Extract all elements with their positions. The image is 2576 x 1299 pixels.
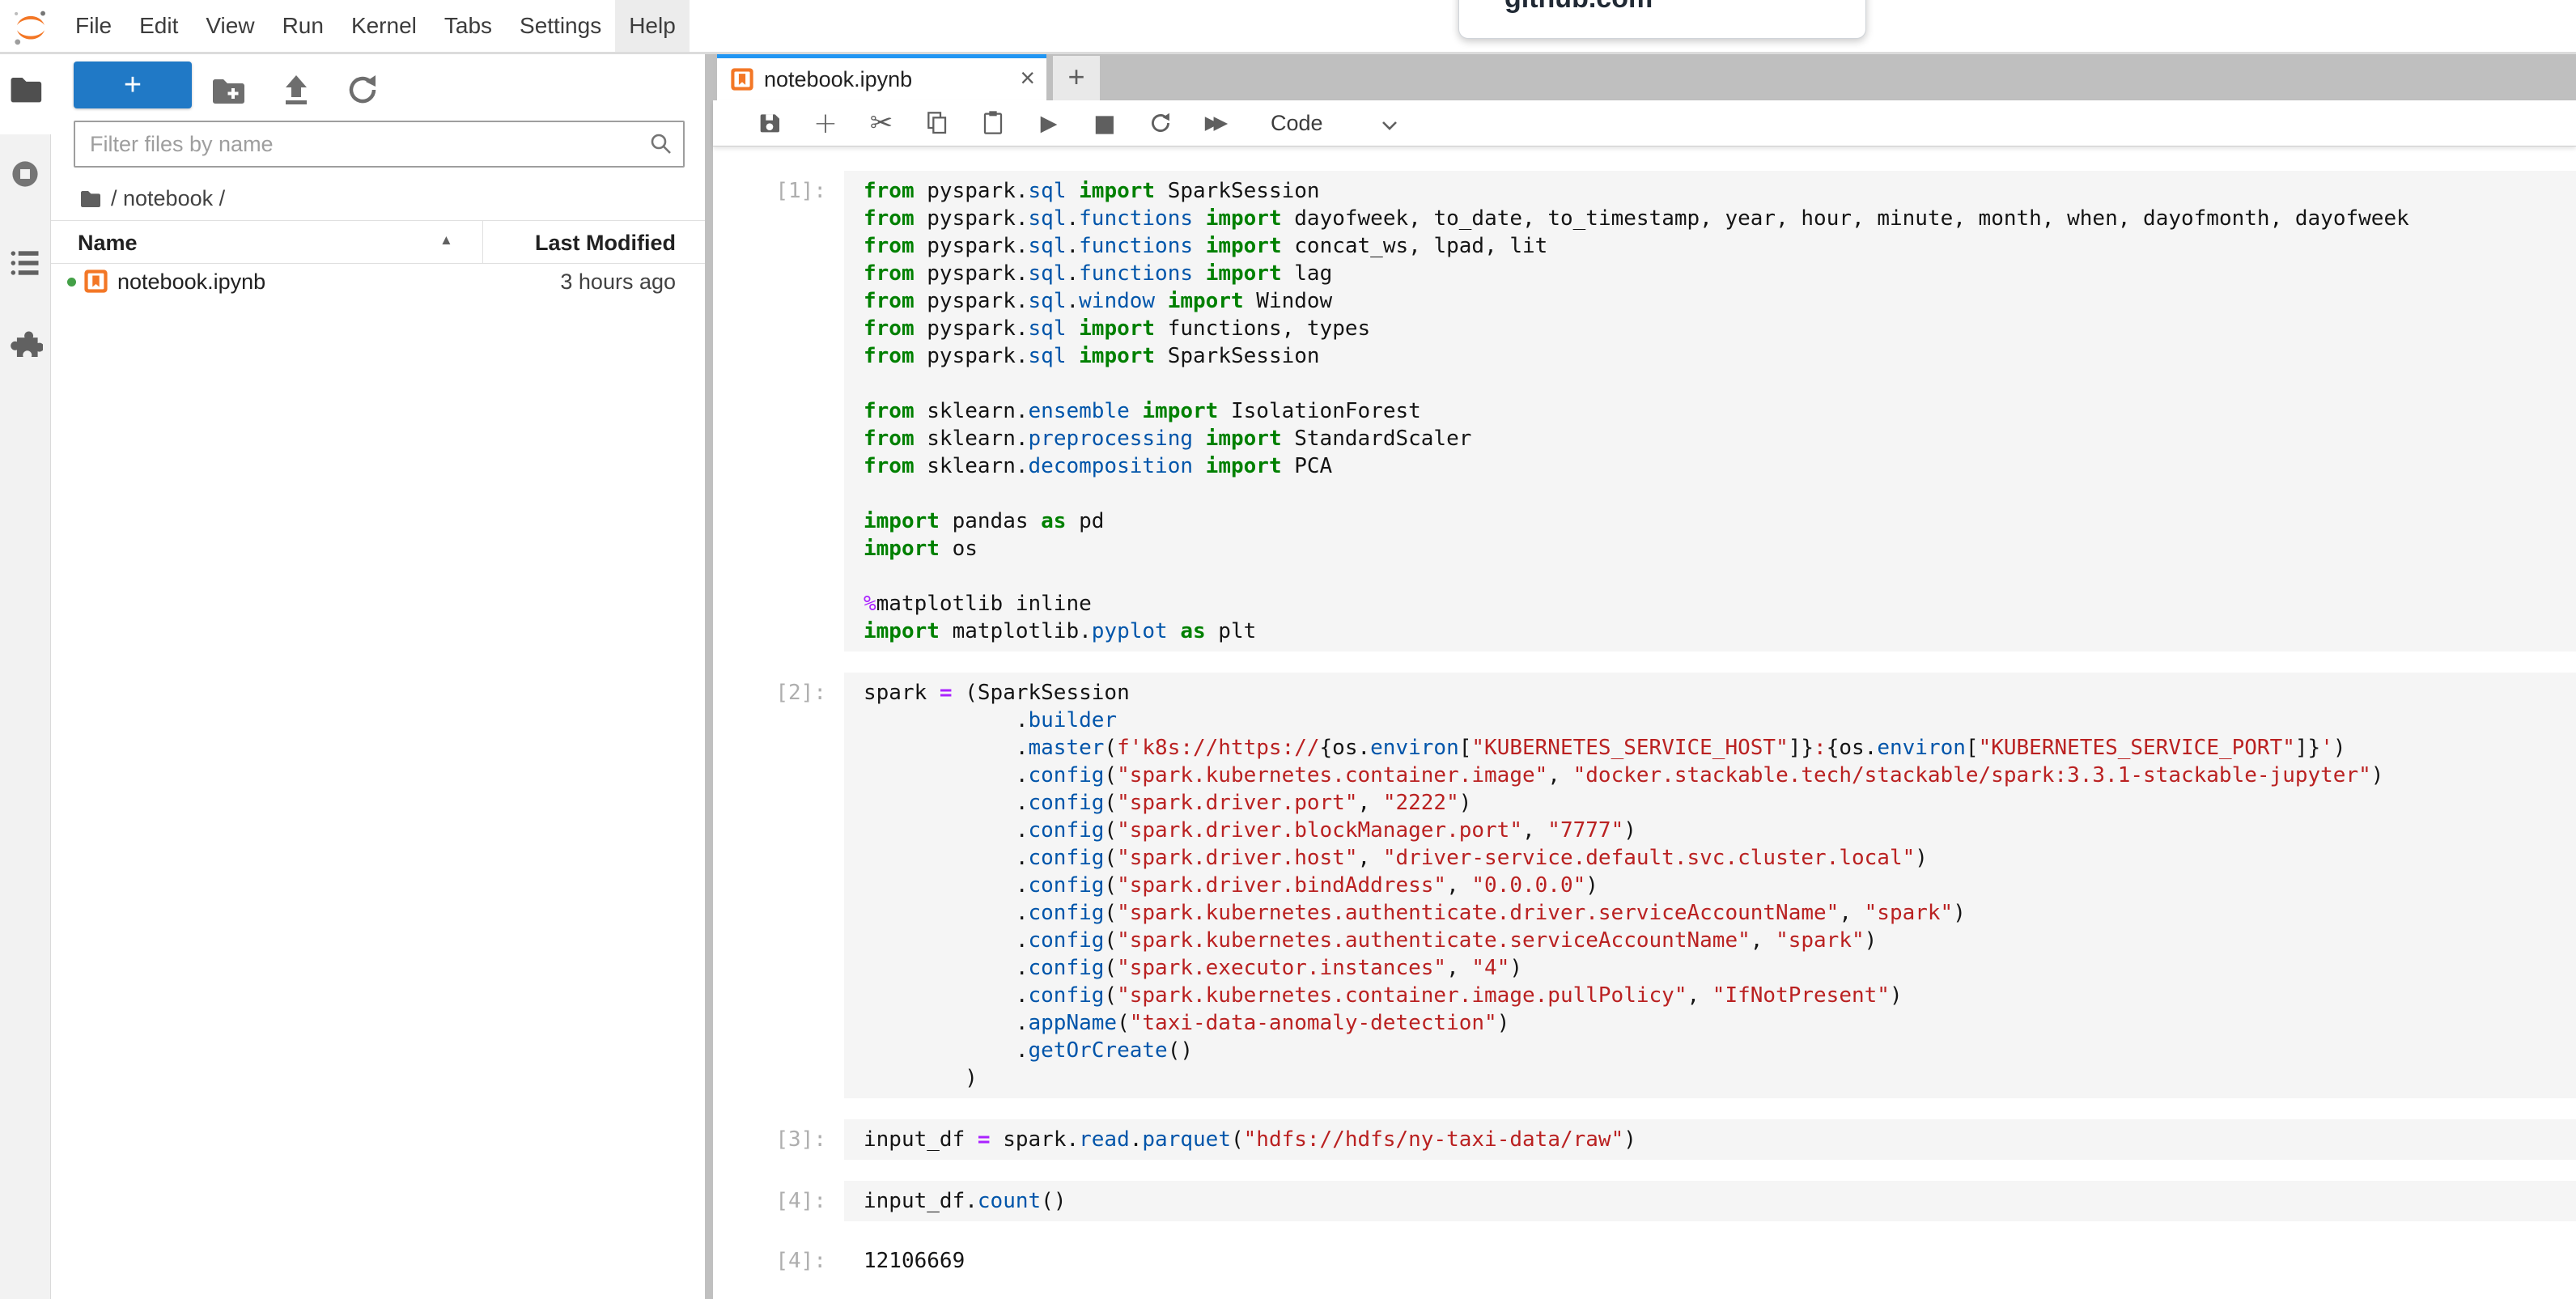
file-name: notebook.ipynb: [117, 270, 265, 295]
code-cell: [2]:spark = (SparkSession .builder .mast…: [713, 673, 2576, 1098]
folder-icon[interactable]: [79, 186, 103, 210]
sort-ascending-icon[interactable]: ▲: [439, 232, 453, 248]
cell-input[interactable]: from pyspark.sql import SparkSession fro…: [844, 171, 2576, 652]
file-list-header: Name ▲ Last Modified: [51, 220, 705, 264]
input-prompt: [1]:: [713, 171, 844, 652]
menu-item-settings[interactable]: Settings: [506, 0, 615, 52]
popup-text: github.com: [1459, 0, 1865, 15]
filter-files-input[interactable]: [74, 121, 685, 168]
stop-kernel-icon[interactable]: ■: [1090, 107, 1119, 139]
code-cell: [1]:from pyspark.sql import SparkSession…: [713, 171, 2576, 652]
tab-bar: notebook.ipynb × +: [713, 54, 2576, 100]
new-tab-button[interactable]: +: [1053, 56, 1100, 100]
notebook-toolbar: + ✂ ▶ ■ ▶▶: [713, 100, 2576, 146]
menu-item-kernel[interactable]: Kernel: [337, 0, 431, 52]
tab-title: notebook.ipynb: [764, 67, 912, 92]
file-list: notebook.ipynb 3 hours ago: [51, 264, 705, 299]
upload-icon[interactable]: [278, 72, 314, 108]
breadcrumb-path: / notebook /: [111, 186, 225, 211]
add-cell-icon[interactable]: +: [811, 107, 840, 139]
restart-run-all-icon[interactable]: ▶▶: [1202, 107, 1231, 139]
activity-bar: [0, 54, 51, 1299]
cell-input[interactable]: spark = (SparkSession .builder .master(f…: [844, 673, 2576, 1098]
copy-cells-icon[interactable]: [923, 107, 952, 139]
code-cell: [4]: input_df.count(): [713, 1181, 2576, 1221]
cell-output: [4]:12106669: [713, 1241, 2576, 1275]
menu-bar: FileEditViewRunKernelTabsSettingsHelp: [0, 0, 2576, 54]
close-tab-icon[interactable]: ×: [1020, 63, 1035, 93]
file-row[interactable]: notebook.ipynb 3 hours ago: [51, 264, 705, 299]
input-prompt: [3]:: [713, 1119, 844, 1160]
cell-code: from pyspark.sql import SparkSession fro…: [864, 177, 2576, 645]
refresh-icon[interactable]: [345, 72, 380, 108]
popup-github[interactable]: github.com: [1458, 0, 1866, 39]
breadcrumb[interactable]: / notebook /: [79, 182, 225, 214]
cell-type-dropdown[interactable]: Code: [1271, 111, 1398, 136]
file-modified: 3 hours ago: [560, 270, 676, 295]
file-browser-icon[interactable]: [7, 70, 43, 106]
cell-type-label: Code: [1271, 111, 1323, 136]
cell-input[interactable]: input_df.count(): [844, 1181, 2576, 1221]
main-area: notebook.ipynb × + + ✂: [713, 54, 2576, 1299]
filter-files-wrap: [74, 121, 685, 168]
extension-manager-icon[interactable]: [7, 330, 43, 366]
new-launcher-button[interactable]: +: [74, 62, 192, 108]
notebook-content: [1]:from pyspark.sql import SparkSession…: [713, 146, 2576, 1299]
file-browser-panel: + / n: [51, 54, 705, 1299]
run-cell-icon[interactable]: ▶: [1034, 107, 1063, 139]
menu-item-run[interactable]: Run: [269, 0, 337, 52]
output-prompt: [4]:: [713, 1241, 844, 1275]
menu-item-tabs[interactable]: Tabs: [431, 0, 506, 52]
code-cell: [3]: input_df = spark.read.parquet("hdfs:…: [713, 1119, 2576, 1160]
column-header-modified[interactable]: Last Modified: [535, 231, 676, 256]
menu-item-help[interactable]: Help: [615, 0, 690, 52]
menu-item-file[interactable]: File: [62, 0, 125, 52]
panel-splitter[interactable]: [705, 54, 713, 1299]
tab-notebook[interactable]: notebook.ipynb ×: [717, 54, 1046, 100]
new-folder-icon[interactable]: [210, 72, 245, 108]
cell-code: input_df = spark.read.parquet("hdfs://hd…: [864, 1126, 2576, 1153]
restart-kernel-icon[interactable]: [1146, 107, 1175, 139]
column-header-name[interactable]: Name: [78, 231, 138, 256]
paste-cells-icon[interactable]: [978, 107, 1008, 139]
running-kernels-icon[interactable]: [7, 156, 43, 192]
menu-item-view[interactable]: View: [192, 0, 268, 52]
output-text: 12106669: [844, 1241, 965, 1275]
cell-code: input_df.count(): [864, 1187, 2576, 1215]
menu-items: FileEditViewRunKernelTabsSettingsHelp: [62, 0, 690, 52]
menu-item-edit[interactable]: Edit: [125, 0, 192, 52]
search-icon: [649, 132, 673, 156]
input-prompt: [4]:: [713, 1181, 844, 1221]
save-icon[interactable]: [755, 107, 784, 139]
input-prompt: [2]:: [713, 673, 844, 1098]
running-dot: [67, 278, 76, 287]
cut-cells-icon[interactable]: ✂: [867, 107, 896, 139]
notebook-file-icon: [730, 67, 754, 91]
cell-code: spark = (SparkSession .builder .master(f…: [864, 679, 2576, 1092]
cell-input[interactable]: input_df = spark.read.parquet("hdfs://hd…: [844, 1119, 2576, 1160]
column-divider: [482, 221, 483, 263]
jupyter-logo-icon: [10, 6, 52, 49]
notebook-file-icon: [83, 269, 108, 294]
chevron-down-icon: [1381, 121, 1398, 131]
table-of-contents-icon[interactable]: [7, 245, 43, 281]
